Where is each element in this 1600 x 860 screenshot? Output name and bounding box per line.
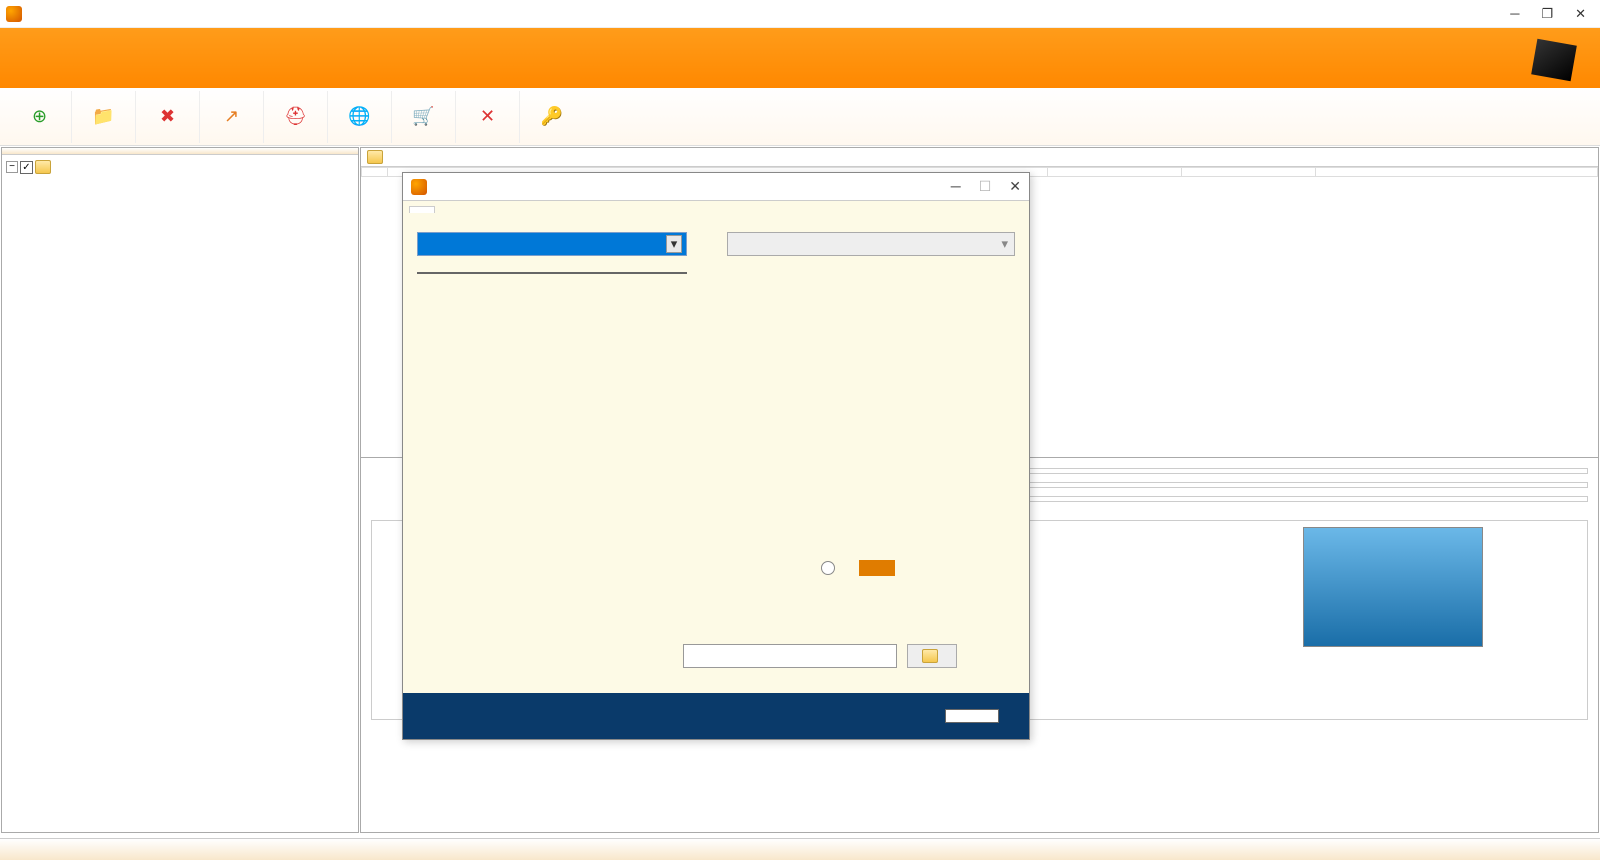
buy-online-icon: 🛒 [412, 105, 436, 129]
app-icon [6, 6, 22, 22]
add-files-button[interactable]: ⊕ [8, 91, 72, 143]
col-icon[interactable] [362, 168, 388, 177]
tree-toggle-icon[interactable]: − [6, 161, 18, 173]
add-folder-icon: 📁 [92, 105, 116, 129]
online-help-button[interactable]: 🌐 [328, 91, 392, 143]
about-button[interactable]: ⛑ [264, 91, 328, 143]
maximize-icon[interactable]: ❐ [1541, 6, 1553, 22]
preview-thumb-icon [1303, 527, 1483, 647]
key-icon: 🔑 [540, 105, 564, 129]
naming-options-combo[interactable]: ▾ [727, 232, 1015, 256]
close-files-icon: ✖ [156, 105, 180, 129]
online-help-icon: 🌐 [348, 105, 372, 129]
checkbox-icon[interactable]: ✓ [20, 161, 33, 174]
exit-icon: ✕ [476, 105, 500, 129]
dialog-minimize-icon[interactable]: ─ [951, 178, 961, 195]
chevron-down-icon[interactable]: ▾ [666, 235, 682, 253]
details-subj-value [1021, 496, 1588, 502]
folder-list-header [2, 148, 358, 155]
apply-filters-button[interactable] [859, 560, 895, 576]
app-banner [0, 28, 1600, 88]
col-size[interactable] [1316, 168, 1598, 177]
export-options-dialog: ─ ☐ ✕ ▾ ▾ [402, 172, 1030, 740]
close-files-button[interactable]: ✖ [136, 91, 200, 143]
saving-options-dropdown[interactable] [417, 272, 687, 274]
content-header [361, 148, 1598, 167]
export-button[interactable]: ↗ [200, 91, 264, 143]
exit-button[interactable]: ✕ [456, 91, 520, 143]
export-options-tab[interactable] [409, 206, 435, 213]
saving-options-combo[interactable]: ▾ [417, 232, 687, 256]
browse-button[interactable] [907, 644, 957, 668]
folder-list-sidebar: − ✓ [1, 147, 359, 833]
output-path-input[interactable] [683, 644, 897, 668]
export-icon: ↗ [220, 105, 244, 129]
folder-tree[interactable]: − ✓ [2, 155, 358, 179]
folder-icon [367, 150, 383, 164]
convert-button[interactable] [945, 709, 999, 723]
dialog-maximize-icon[interactable]: ☐ [979, 178, 992, 195]
brand-logo-icon [1531, 39, 1577, 81]
window-titlebar: ─ ❐ ✕ [0, 0, 1600, 28]
statusbar [0, 838, 1600, 860]
tree-root[interactable]: − ✓ [6, 159, 354, 175]
brand-logo [1534, 42, 1580, 78]
activate-license-button[interactable]: 🔑 [520, 91, 584, 143]
about-icon: ⛑ [284, 105, 308, 129]
main-toolbar: ⊕ 📁 ✖ ↗ ⛑ 🌐 🛒 ✕ 🔑 [0, 88, 1600, 146]
col-sent[interactable] [1048, 168, 1182, 177]
folder-icon [35, 160, 51, 174]
dialog-close-icon[interactable]: ✕ [1009, 178, 1021, 195]
details-to-value [1021, 482, 1588, 488]
add-folder-button[interactable]: 📁 [72, 91, 136, 143]
add-files-icon: ⊕ [28, 105, 52, 129]
details-from-value [1021, 468, 1588, 474]
buy-online-button[interactable]: 🛒 [392, 91, 456, 143]
col-received[interactable] [1182, 168, 1316, 177]
minimize-icon[interactable]: ─ [1510, 6, 1519, 22]
dialog-icon [411, 179, 427, 195]
close-icon[interactable]: ✕ [1575, 6, 1586, 22]
chevron-down-icon[interactable]: ▾ [1001, 236, 1008, 252]
folder-icon [922, 649, 938, 663]
apply-filters-radio[interactable] [821, 561, 835, 575]
